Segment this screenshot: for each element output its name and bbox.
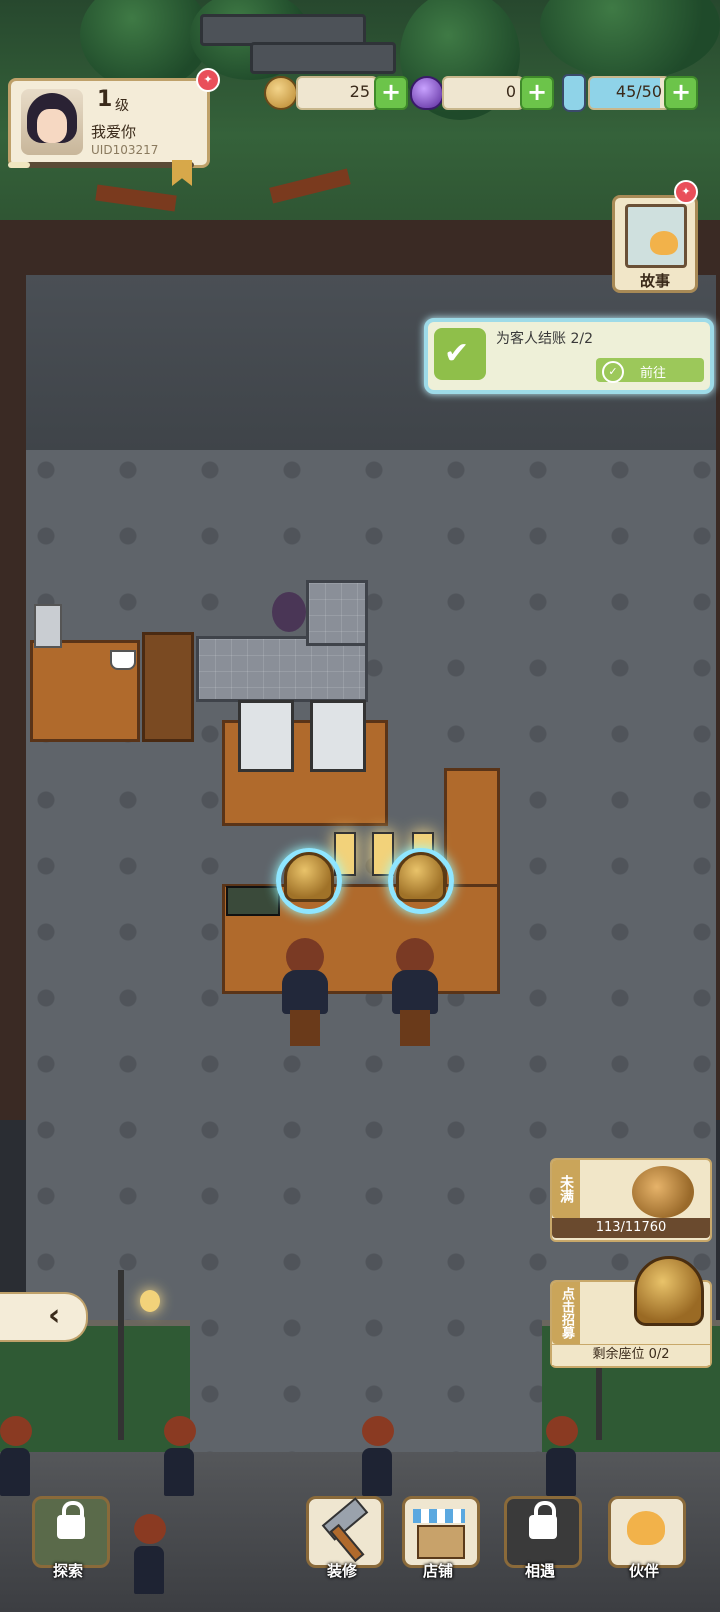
- lock-icon: [529, 1501, 557, 1539]
- gem-value: 0: [505, 82, 516, 101]
- energy-value: 45/50: [615, 82, 662, 101]
- satisfaction-status: 未满: [552, 1160, 580, 1218]
- player-name: 我爱你: [91, 123, 137, 141]
- espresso-machine[interactable]: [310, 700, 366, 772]
- meet-icon: [504, 1496, 582, 1568]
- experience-bar: [8, 162, 194, 168]
- passerby: [134, 1514, 168, 1594]
- player-profile-card[interactable]: 1 级 我爱你 UID103217: [8, 78, 210, 168]
- gem-counter: 0: [442, 76, 524, 110]
- passerby: [362, 1416, 396, 1496]
- potion-bottle-icon: [562, 74, 586, 112]
- recruit-panel[interactable]: 点击招募 剩余座位 0/2: [550, 1256, 712, 1368]
- stool: [400, 1010, 430, 1046]
- passerby: [546, 1416, 580, 1496]
- coin-icon: [264, 76, 298, 110]
- nav-explore-button[interactable]: 探索: [22, 1496, 114, 1582]
- experience-bar-fill: [8, 162, 31, 168]
- quest-go-button[interactable]: ✓ 前往: [596, 358, 704, 383]
- recruit-bell-icon[interactable]: [634, 1256, 704, 1326]
- pipe: [250, 42, 396, 74]
- chevron-left-icon: ‹: [48, 1298, 61, 1333]
- street-lamp: [118, 1270, 124, 1440]
- satisfaction-panel[interactable]: 未满 113/11760: [550, 1158, 712, 1242]
- check-circle-icon: ✓: [602, 361, 624, 383]
- piggy-bank-icon: [632, 1166, 694, 1218]
- lock-icon: [57, 1501, 85, 1539]
- nav-explore-label: 探索: [52, 1562, 83, 1580]
- nav-renovate-label: 装修: [326, 1562, 357, 1580]
- cash-register[interactable]: [226, 886, 280, 916]
- add-coins-button[interactable]: +: [374, 76, 408, 110]
- customer[interactable]: [282, 970, 328, 1014]
- notification-dot-icon: ✦: [196, 68, 220, 92]
- avatar: [21, 89, 83, 155]
- espresso-machine[interactable]: [238, 700, 294, 772]
- nav-meet-label: 相遇: [524, 1562, 555, 1580]
- nav-shop-label: 店铺: [422, 1562, 453, 1580]
- add-energy-button[interactable]: +: [664, 76, 698, 110]
- coin-value: 25: [349, 82, 370, 101]
- quest-go-label: 前往: [640, 366, 667, 381]
- nav-renovate-button[interactable]: 装修: [296, 1496, 388, 1582]
- story-book-icon: [625, 204, 687, 268]
- recruit-label: 点击招募: [552, 1282, 580, 1344]
- satisfaction-count: 113/11760: [552, 1218, 710, 1238]
- nav-partner-button[interactable]: 伙伴: [598, 1496, 690, 1582]
- explore-icon: [32, 1496, 110, 1568]
- passerby: [0, 1416, 34, 1496]
- nav-meet-button[interactable]: 相遇: [494, 1496, 586, 1582]
- coin-counter: 25: [296, 76, 378, 110]
- gem-egg-icon: [410, 76, 444, 110]
- customer[interactable]: [392, 970, 438, 1014]
- add-gems-button[interactable]: +: [520, 76, 554, 110]
- street-lamp-light: [140, 1290, 160, 1312]
- notification-dot-icon: ✦: [674, 180, 698, 204]
- story-button[interactable]: 故事: [612, 195, 698, 293]
- quest-complete-icon: ✔: [434, 328, 486, 380]
- quest-description: 为客人结账 2/2: [496, 331, 593, 347]
- quest-panel[interactable]: ✔ 为客人结账 2/2 ✓ 前往: [424, 318, 714, 394]
- stool: [290, 1010, 320, 1046]
- service-bell-icon[interactable]: [396, 852, 446, 902]
- player-level: 1: [97, 87, 113, 112]
- grinder-stand[interactable]: [142, 632, 194, 742]
- hammer-icon: [306, 1496, 384, 1568]
- service-bell-icon[interactable]: [284, 852, 334, 902]
- partner-cat-icon: [608, 1496, 686, 1568]
- nav-shop-button[interactable]: 店铺: [392, 1496, 484, 1582]
- barista-character[interactable]: [272, 592, 306, 632]
- tiled-counter: [306, 580, 368, 646]
- side-panel-toggle[interactable]: ‹: [0, 1292, 88, 1342]
- storefront-icon: [402, 1496, 480, 1568]
- player-uid: UID103217: [91, 143, 159, 157]
- passerby: [164, 1416, 198, 1496]
- coffee-cup: [110, 650, 136, 670]
- energy-counter: 45/50: [588, 76, 670, 110]
- remaining-seats: 剩余座位 0/2: [552, 1344, 710, 1365]
- jar: [34, 604, 62, 648]
- story-label: 故事: [639, 272, 670, 290]
- nav-partner-label: 伙伴: [628, 1562, 659, 1580]
- player-level-unit: 级: [115, 98, 129, 114]
